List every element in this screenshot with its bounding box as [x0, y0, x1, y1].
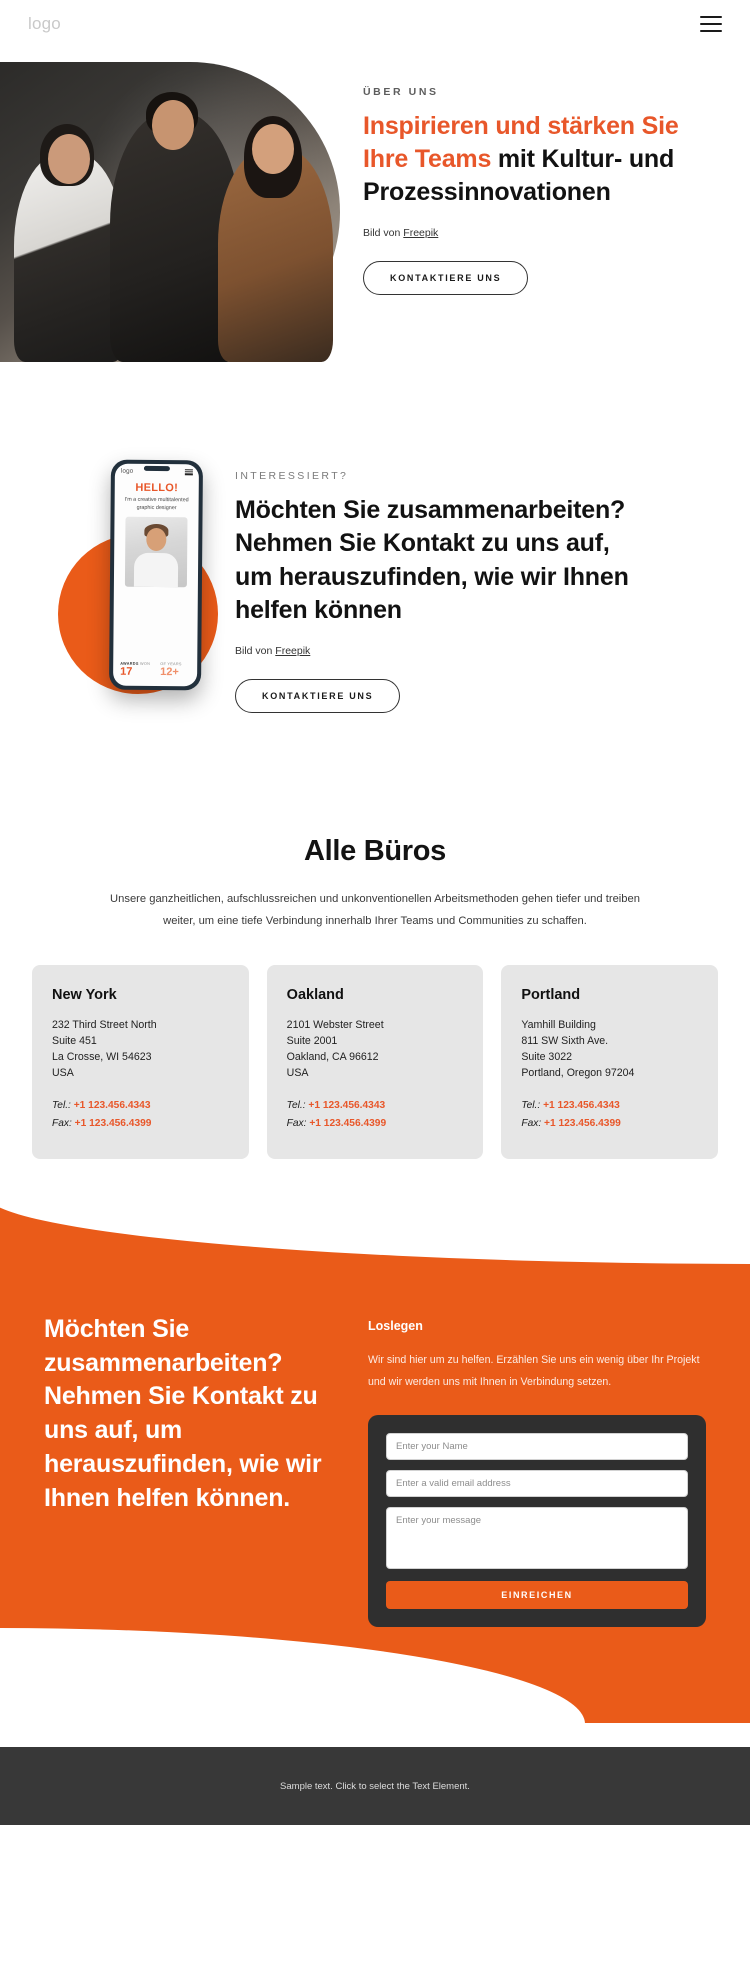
- hero-eyebrow: ÜBER UNS: [363, 86, 439, 98]
- tel-label: Tel.:: [52, 1100, 71, 1112]
- cta-heading: Möchten Sie zusammenarbeiten? Nehmen Sie…: [44, 1314, 322, 1512]
- credit-prefix: Bild von: [235, 645, 276, 657]
- message-textarea[interactable]: [386, 1507, 688, 1570]
- collaborate-title: Möchten Sie zusammenarbeiten? Nehmen Sie…: [235, 496, 629, 624]
- phone-screen: logo HELLO! I'm a creative multitalented…: [113, 463, 199, 687]
- cta-form-description: Wir sind hier um zu helfen. Erzählen Sie…: [368, 1353, 700, 1389]
- footer-spacer: [0, 1723, 750, 1748]
- office-card: Portland Yamhill Building 811 SW Sixth A…: [501, 964, 719, 1159]
- offices-title: Alle Büros: [303, 835, 447, 867]
- office-tel-row: Tel.: +1 123.456.4343: [521, 1097, 698, 1115]
- phone-stats: AWARDS WON 17 OF YEARS 12+: [113, 662, 197, 687]
- freepik-link[interactable]: Freepik: [275, 645, 310, 657]
- collaborate-image-credit: Bild von Freepik: [235, 645, 635, 657]
- office-contact: Tel.: +1 123.456.4343 Fax: +1 123.456.43…: [287, 1097, 464, 1133]
- collaborate-contact-button[interactable]: KONTAKTIERE UNS: [235, 679, 401, 713]
- hero-section: ÜBER UNS Inspirieren und stärken Sie Ihr…: [0, 62, 750, 362]
- hamburger-menu-icon[interactable]: [700, 16, 722, 32]
- site-logo[interactable]: logo: [28, 14, 61, 34]
- person-right-head: [252, 124, 294, 174]
- phone-stat-value: 12+: [160, 665, 179, 679]
- burger-line: [700, 29, 722, 32]
- credit-prefix: Bild von: [363, 227, 404, 239]
- phone-device: logo HELLO! I'm a creative multitalented…: [108, 459, 204, 691]
- office-card: New York 232 Third Street North Suite 45…: [32, 964, 249, 1159]
- cta-form-title: Loslegen: [368, 1318, 423, 1333]
- fax-value[interactable]: +1 123.456.4399: [75, 1118, 152, 1129]
- wave-decoration-bottom: [0, 1628, 585, 1724]
- office-address: 232 Third Street North Suite 451 La Cros…: [52, 1018, 157, 1080]
- hero-photo-team: [0, 62, 340, 362]
- tel-value[interactable]: +1 123.456.4343: [74, 1100, 151, 1111]
- name-input[interactable]: [386, 1433, 688, 1461]
- hero-image: [0, 62, 340, 362]
- office-address: Yamhill Building 811 SW Sixth Ave. Suite…: [521, 1018, 635, 1080]
- contact-form: EINREICHEN: [368, 1415, 706, 1628]
- footer-text[interactable]: Sample text. Click to select the Text El…: [280, 1781, 470, 1792]
- phone-hello-text: HELLO!: [135, 481, 179, 495]
- cta-section: Möchten Sie zusammenarbeiten? Nehmen Sie…: [0, 1194, 750, 1724]
- offices-section: Alle Büros Unsere ganzheitlichen, aufsch…: [0, 835, 750, 933]
- office-contact: Tel.: +1 123.456.4343 Fax: +1 123.456.43…: [52, 1097, 229, 1133]
- phone-portrait-image: [124, 516, 188, 588]
- office-address: 2101 Webster Street Suite 2001 Oakland, …: [286, 1018, 384, 1080]
- fax-label: Fax:: [521, 1118, 542, 1130]
- freepik-link[interactable]: Freepik: [403, 227, 438, 239]
- phone-mockup: logo HELLO! I'm a creative multitalented…: [48, 459, 238, 710]
- person-left-head: [48, 134, 90, 184]
- phone-stat-years: OF YEARS 12+: [160, 662, 182, 678]
- office-city: Oakland: [286, 986, 344, 1003]
- page-root: logo ÜBER UNS Inspirieren und stärken Si…: [0, 0, 750, 1826]
- burger-line: [700, 16, 722, 19]
- office-card: Oakland 2101 Webster Street Suite 2001 O…: [266, 964, 484, 1159]
- tel-value[interactable]: +1 123.456.4343: [308, 1100, 385, 1111]
- email-input[interactable]: [386, 1470, 688, 1498]
- office-fax-row: Fax: +1 123.456.4399: [52, 1115, 229, 1133]
- office-fax-row: Fax: +1 123.456.4399: [287, 1115, 464, 1133]
- office-city: Portland: [521, 986, 581, 1003]
- office-city: New York: [52, 986, 117, 1003]
- fax-label: Fax:: [286, 1118, 307, 1130]
- fax-value[interactable]: +1 123.456.4399: [544, 1118, 621, 1129]
- collaborate-eyebrow: INTERESSIERT?: [235, 470, 349, 482]
- tel-label: Tel.:: [521, 1100, 541, 1112]
- phone-logo: logo: [120, 467, 134, 475]
- cta-content: Möchten Sie zusammenarbeiten? Nehmen Sie…: [0, 1313, 750, 1628]
- fax-label: Fax:: [52, 1118, 72, 1130]
- office-tel-row: Tel.: +1 123.456.4343: [287, 1097, 464, 1115]
- portrait-shirt: [133, 553, 179, 588]
- office-fax-row: Fax: +1 123.456.4399: [521, 1115, 698, 1133]
- cta-form-block: Loslegen Wir sind hier um zu helfen. Erz…: [368, 1313, 706, 1628]
- phone-stat-awards: AWARDS WON 17: [120, 662, 150, 678]
- person-center-head: [152, 100, 194, 150]
- office-contact: Tel.: +1 123.456.4343 Fax: +1 123.456.43…: [521, 1097, 698, 1133]
- phone-topbar: logo: [115, 464, 199, 480]
- offices-description: Unsere ganzheitlichen, aufschlussreichen…: [110, 893, 640, 928]
- phone-stat-value: 17: [120, 665, 133, 678]
- phone-subtitle: I'm a creative multitalented graphic des…: [124, 496, 189, 512]
- portrait-head: [146, 528, 167, 552]
- offices-card-list: New York 232 Third Street North Suite 45…: [0, 964, 750, 1159]
- site-footer: Sample text. Click to select the Text El…: [0, 1747, 750, 1826]
- fax-value[interactable]: +1 123.456.4399: [309, 1118, 386, 1129]
- hero-contact-button[interactable]: KONTAKTIERE UNS: [363, 261, 529, 295]
- hero-image-credit: Bild von Freepik: [363, 227, 718, 239]
- hero-title: Inspirieren und stärken Sie Ihre Teams m…: [363, 110, 718, 209]
- hero-text-block: ÜBER UNS Inspirieren und stärken Sie Ihr…: [363, 62, 718, 295]
- submit-button[interactable]: EINREICHEN: [386, 1581, 688, 1610]
- burger-line: [700, 22, 722, 26]
- collaborate-section: logo HELLO! I'm a creative multitalented…: [0, 459, 750, 735]
- cta-heading-block: Möchten Sie zusammenarbeiten? Nehmen Sie…: [44, 1313, 344, 1627]
- site-header: logo: [0, 0, 750, 48]
- office-tel-row: Tel.: +1 123.456.4343: [52, 1097, 229, 1115]
- tel-value[interactable]: +1 123.456.4343: [543, 1100, 620, 1111]
- phone-menu-icon: [184, 468, 193, 475]
- tel-label: Tel.:: [286, 1100, 306, 1112]
- collaborate-text-block: INTERESSIERT? Möchten Sie zusammenarbeit…: [235, 470, 635, 713]
